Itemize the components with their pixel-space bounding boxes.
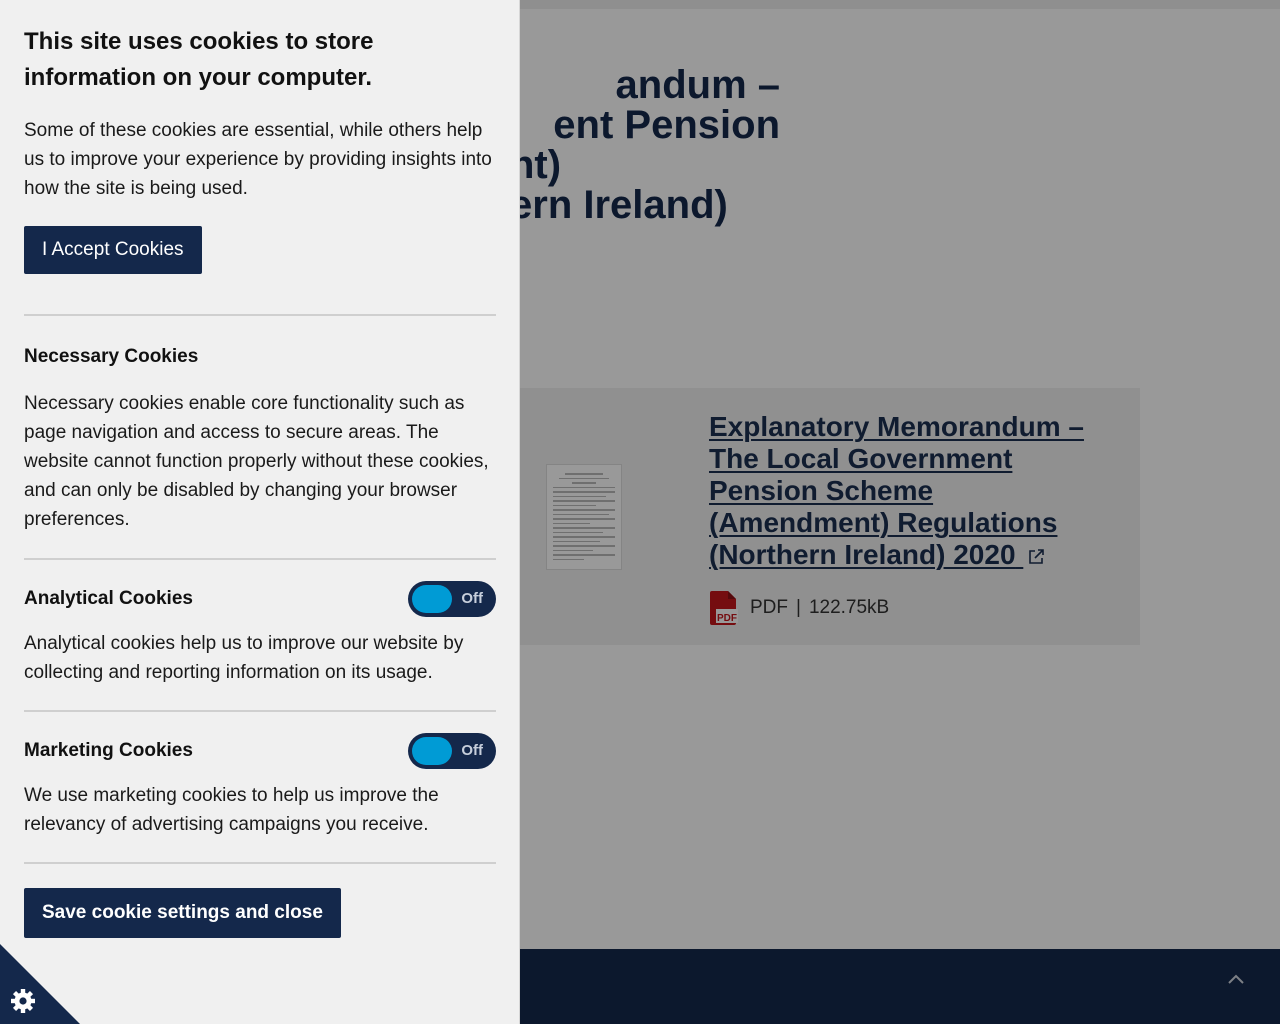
divider: [24, 862, 496, 864]
toggle-knob: [412, 585, 452, 613]
divider: [24, 710, 496, 712]
analytical-cookies-text: Analytical cookies help us to improve ou…: [24, 633, 464, 683]
save-cookie-settings-button[interactable]: Save cookie settings and close: [24, 888, 341, 938]
necessary-cookies-title: Necessary Cookies: [24, 346, 199, 367]
marketing-cookies-header: Marketing Cookies Off: [24, 733, 496, 769]
cookie-consent-panel: This site uses cookies to store informat…: [0, 0, 520, 1024]
analytical-cookies-title: Analytical Cookies: [24, 588, 193, 609]
toggle-state-label: Off: [461, 742, 483, 759]
necessary-cookies-text: Necessary cookies enable core functional…: [24, 393, 489, 530]
marketing-cookies-title: Marketing Cookies: [24, 740, 193, 761]
marketing-cookies-text: We use marketing cookies to help us impr…: [24, 785, 439, 835]
toggle-knob: [412, 737, 452, 765]
cookie-settings-corner-button[interactable]: [0, 944, 80, 1024]
divider: [24, 558, 496, 560]
analytical-cookies-header: Analytical Cookies Off: [24, 581, 496, 617]
divider: [24, 314, 496, 316]
gear-icon: [11, 989, 35, 1013]
analytical-cookies-toggle[interactable]: Off: [408, 581, 496, 617]
marketing-cookies-toggle[interactable]: Off: [408, 733, 496, 769]
cookie-panel-heading: This site uses cookies to store informat…: [24, 28, 374, 91]
cookie-panel-intro: Some of these cookies are essential, whi…: [24, 120, 492, 199]
toggle-state-label: Off: [461, 590, 483, 607]
accept-cookies-button[interactable]: I Accept Cookies: [24, 226, 202, 274]
